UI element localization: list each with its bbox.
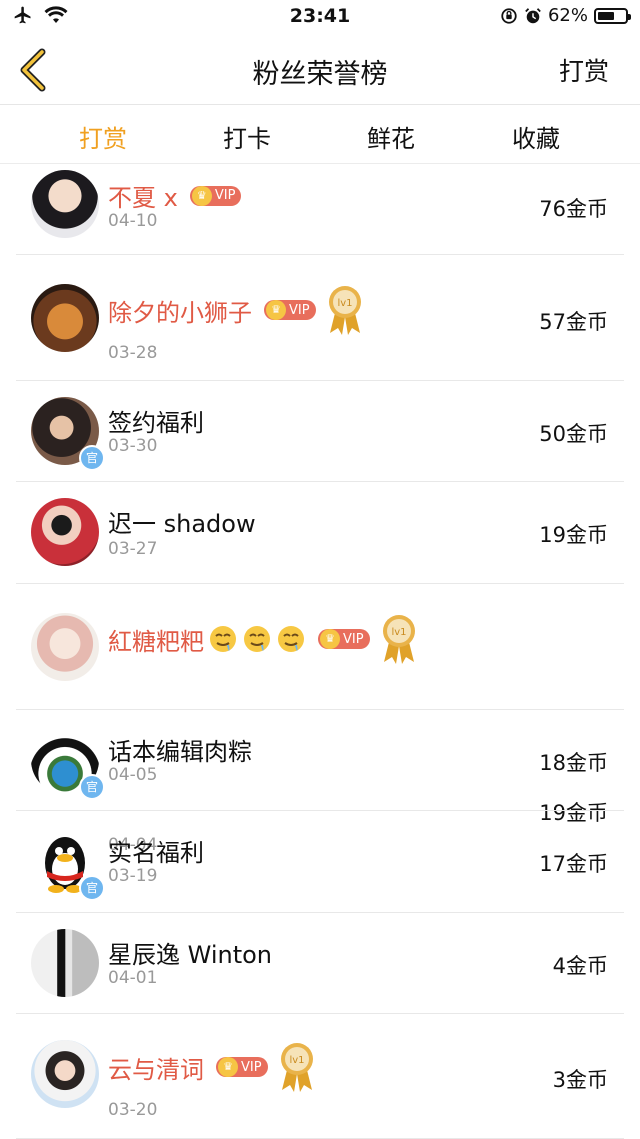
vip-badge: ♛ VIP <box>216 1057 268 1077</box>
reward-date: 03-30 <box>108 436 158 456</box>
medal-label: lv1 <box>289 1055 304 1066</box>
avatar <box>31 170 99 238</box>
drooling-face-icon <box>210 626 236 652</box>
list-item[interactable]: 紅糖粑粑 ♛ VIP lv1 04-04 19金币 <box>16 584 624 855</box>
level-medal-icon: lv1 <box>328 286 361 335</box>
official-badge: 官 <box>79 875 105 901</box>
tab-bar: 打赏 打卡 鲜花 收藏 <box>0 105 640 164</box>
avatar <box>31 498 99 566</box>
user-name: 紅糖粑粑 <box>108 627 204 656</box>
coin-amount: 76金币 <box>539 197 608 221</box>
battery-percent: 62% <box>547 5 588 26</box>
avatar <box>31 613 99 681</box>
list-item[interactable]: 星辰逸 Winton 04-01 4金币 <box>16 913 624 1014</box>
reward-date: 03-27 <box>108 539 158 559</box>
rotation-lock-icon <box>501 7 517 24</box>
status-right: 62% <box>500 5 631 26</box>
list-item[interactable]: 官 实名福利 03-19 17金币 <box>16 811 624 913</box>
name-line: 不夏 x ♛ VIP <box>108 178 242 213</box>
status-bar: 23:41 62% <box>0 0 640 34</box>
level-medal-icon: lv1 <box>280 1043 313 1092</box>
vip-badge: ♛ VIP <box>318 629 370 649</box>
name-line: 签约福利 <box>108 403 204 438</box>
user-name: 话本编辑肉粽 <box>108 738 252 766</box>
name-line: 紅糖粑粑 ♛ VIP lv1 <box>108 612 418 666</box>
crown-icon: ♛ <box>191 185 212 206</box>
coin-amount: 18金币 <box>539 751 608 775</box>
reward-date: 04-10 <box>108 211 158 231</box>
official-badge: 官 <box>79 445 105 471</box>
name-line: 除夕的小狮子 ♛ VIP lv1 <box>108 283 364 337</box>
list-item[interactable]: 官 签约福利 03-30 50金币 <box>16 381 624 482</box>
level-medal-icon: lv1 <box>382 615 415 664</box>
user-name: 实名福利 <box>108 839 204 867</box>
battery-fill <box>598 11 614 20</box>
list-item[interactable]: 迟一 shadow 03-27 19金币 <box>16 482 624 584</box>
name-line: 云与清词 ♛ VIP lv1 <box>108 1040 316 1094</box>
vip-badge: ♛ VIP <box>264 300 316 320</box>
name-line: 实名福利 <box>108 833 204 868</box>
drooling-face-icon <box>278 626 304 652</box>
vip-label: VIP <box>241 1059 262 1075</box>
official-badge: 官 <box>79 774 105 800</box>
coin-amount: 3金币 <box>552 1068 608 1092</box>
page-title: 粉丝荣誉榜 <box>252 59 388 90</box>
vip-label: VIP <box>289 302 310 318</box>
drooling-face-icon <box>244 626 270 652</box>
reward-date: 03-19 <box>108 866 158 886</box>
vip-label: VIP <box>343 631 364 647</box>
list-item[interactable]: 云与清词 ♛ VIP lv1 03-20 3金币 <box>16 1014 624 1139</box>
reward-button[interactable]: 打赏 <box>559 52 609 88</box>
tab-favorites[interactable]: 收藏 <box>512 119 560 154</box>
avatar <box>31 929 99 997</box>
list-item[interactable]: 不夏 x ♛ VIP 04-10 76金币 <box>16 164 624 255</box>
alarm-icon <box>525 7 541 23</box>
user-name: 星辰逸 Winton <box>108 941 273 969</box>
name-line: 迟一 shadow <box>108 504 256 539</box>
coin-amount: 19金币 <box>539 523 608 547</box>
reward-date: 04-01 <box>108 968 158 988</box>
user-name: 签约福利 <box>108 409 204 437</box>
user-name: 不夏 x <box>108 184 178 212</box>
coin-amount: 50金币 <box>539 422 608 446</box>
coin-amount: 17金币 <box>539 852 608 876</box>
coin-amount: 57金币 <box>539 310 608 334</box>
user-name: 除夕的小狮子 <box>108 298 252 327</box>
crown-icon: ♛ <box>320 629 340 649</box>
tab-flowers[interactable]: 鲜花 <box>367 119 415 154</box>
coin-amount: 4金币 <box>552 954 608 978</box>
reward-date: 04-05 <box>108 765 158 785</box>
avatar <box>31 284 99 352</box>
tab-reward[interactable]: 打赏 <box>79 119 127 154</box>
medal-label: lv1 <box>391 627 406 638</box>
nav-bar: 粉丝荣誉榜 打赏 <box>0 34 640 105</box>
battery-icon <box>594 7 631 24</box>
user-name: 迟一 shadow <box>108 510 256 538</box>
vip-label: VIP <box>214 188 236 203</box>
crown-icon: ♛ <box>266 300 286 320</box>
user-name: 云与清词 <box>108 1055 204 1084</box>
name-line: 星辰逸 Winton <box>108 935 272 970</box>
reward-date: 03-28 <box>108 343 158 363</box>
reward-date: 03-20 <box>108 1100 158 1120</box>
vip-badge: ♛ VIP <box>189 185 242 206</box>
avatar <box>31 1040 99 1108</box>
medal-label: lv1 <box>337 298 352 309</box>
crown-icon: ♛ <box>218 1057 238 1077</box>
tab-checkin[interactable]: 打卡 <box>223 119 271 154</box>
list-item[interactable]: 除夕的小狮子 ♛ VIP lv1 03-28 57金币 <box>16 255 624 381</box>
list-item[interactable]: 官 话本编辑肉粽 04-05 18金币 <box>16 710 624 811</box>
name-line: 话本编辑肉粽 <box>108 732 252 767</box>
